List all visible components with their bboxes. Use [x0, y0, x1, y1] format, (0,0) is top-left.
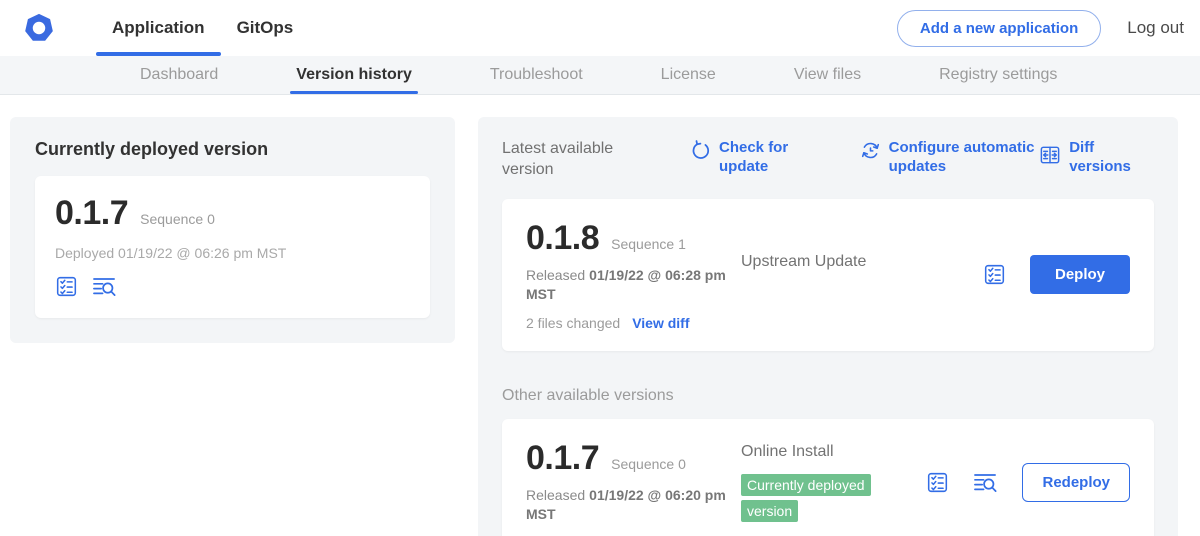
main-content: Currently deployed version 0.1.7 Sequenc…: [0, 95, 1200, 536]
subnav-item-registry-settings[interactable]: Registry settings: [933, 56, 1063, 94]
other-available-versions-heading: Other available versions: [502, 387, 1154, 405]
deployed-timestamp: Deployed 01/19/22 @ 06:26 pm MST: [55, 245, 410, 261]
check-for-update-button[interactable]: Check for update: [690, 139, 792, 177]
check-for-update-label: Check for update: [719, 139, 792, 177]
deploy-button[interactable]: Deploy: [1030, 255, 1130, 294]
header-tabs: Application GitOps: [96, 0, 309, 56]
version-info: 0.1.8 Sequence 1 Released01/19/22 @ 06:2…: [526, 219, 741, 331]
refresh-icon: [690, 139, 711, 167]
configure-automatic-updates-button[interactable]: Configure automatic updates: [860, 139, 1040, 177]
subnav-item-dashboard[interactable]: Dashboard: [134, 56, 224, 94]
version-row-0-1-7: 0.1.7 Sequence 0 Released01/19/22 @ 06:2…: [502, 419, 1154, 536]
currently-deployed-badge: Currently deployed version: [741, 474, 871, 522]
view-logs-icon[interactable]: [973, 471, 998, 494]
subnav-item-license[interactable]: License: [655, 56, 722, 94]
sequence-label: Sequence 1: [611, 236, 686, 252]
version-row-actions: Deploy: [983, 255, 1130, 294]
preflight-checklist-icon[interactable]: [983, 263, 1006, 286]
diff-icon: [1039, 143, 1061, 172]
app-subnav: Dashboard Version history Troubleshoot L…: [0, 56, 1200, 95]
subnav-item-view-files[interactable]: View files: [788, 56, 867, 94]
version-history-panel: Latest available version Check for updat…: [478, 117, 1178, 536]
panel-header: Latest available version Check for updat…: [502, 139, 1154, 181]
files-changed-label: 2 files changed: [526, 315, 620, 331]
auto-update-clock-icon: [860, 139, 881, 167]
subnav-item-version-history[interactable]: Version history: [290, 56, 418, 94]
version-info: 0.1.7 Sequence 0 Released01/19/22 @ 06:2…: [526, 439, 741, 526]
version-row-actions: Redeploy: [926, 463, 1130, 502]
configure-automatic-updates-label: Configure automatic updates: [889, 139, 1040, 177]
redeploy-button[interactable]: Redeploy: [1022, 463, 1130, 502]
version-row-0-1-8: 0.1.8 Sequence 1 Released01/19/22 @ 06:2…: [502, 199, 1154, 351]
deployed-version-card: 0.1.7 Sequence 0 Deployed 01/19/22 @ 06:…: [35, 176, 430, 318]
diff-versions-label: Diff versions: [1069, 139, 1154, 177]
tab-application[interactable]: Application: [96, 0, 221, 56]
app-header: Application GitOps Add a new application…: [0, 0, 1200, 56]
deployed-version-number: 0.1.7: [55, 194, 128, 233]
add-new-application-button[interactable]: Add a new application: [897, 10, 1101, 47]
latest-available-heading: Latest available version: [502, 139, 642, 181]
version-source-label: Online Install: [741, 443, 926, 461]
preflight-checklist-icon[interactable]: [926, 471, 949, 494]
view-logs-icon[interactable]: [92, 275, 117, 298]
version-source-block: Online Install Currently deployed versio…: [741, 443, 926, 526]
view-diff-link[interactable]: View diff: [632, 315, 689, 331]
version-number: 0.1.7: [526, 439, 599, 478]
deployed-sequence-label: Sequence 0: [140, 211, 215, 227]
preflight-checklist-icon[interactable]: [55, 275, 78, 298]
released-timestamp: Released01/19/22 @ 06:28 pm MST: [526, 266, 736, 305]
tab-gitops[interactable]: GitOps: [221, 0, 310, 56]
logout-link[interactable]: Log out: [1127, 18, 1184, 38]
subnav-item-troubleshoot[interactable]: Troubleshoot: [484, 56, 589, 94]
kots-logo-icon: [22, 11, 56, 45]
version-source-label: Upstream Update: [741, 253, 983, 331]
released-timestamp: Released01/19/22 @ 06:20 pm MST: [526, 486, 736, 525]
currently-deployed-card: Currently deployed version 0.1.7 Sequenc…: [10, 117, 455, 343]
version-number: 0.1.8: [526, 219, 599, 258]
sequence-label: Sequence 0: [611, 456, 686, 472]
currently-deployed-title: Currently deployed version: [35, 139, 430, 160]
diff-versions-button[interactable]: Diff versions: [1039, 139, 1154, 177]
